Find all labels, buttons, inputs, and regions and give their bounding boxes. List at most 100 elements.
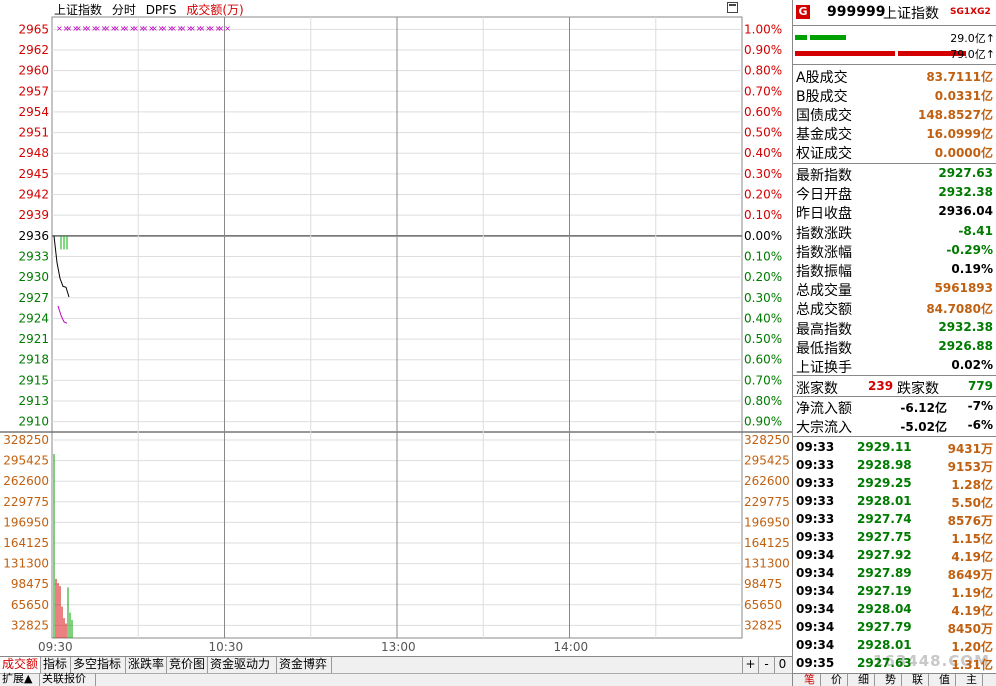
tick-time: 09:33	[796, 494, 835, 508]
tick-row: 09:34 2927.79 8450万	[793, 618, 996, 636]
tick-row: 09:33 2927.74 8576万	[793, 510, 996, 528]
advance-decline-row: 涨家数 239 跌家数 779	[793, 377, 996, 397]
price-tick-label: 2927	[18, 291, 49, 305]
price-tick-label: 2933	[18, 249, 49, 263]
side-tab-7[interactable]: 主	[961, 674, 983, 686]
price-tick-label: 2962	[18, 43, 49, 57]
tick-price: 2928.98	[857, 458, 912, 472]
tick-row: 09:34 2927.89 8649万	[793, 564, 996, 582]
divider	[793, 64, 996, 65]
price-tick-label: 2957	[18, 84, 49, 98]
row-label: 总成交量	[796, 283, 852, 300]
tab-4[interactable]: 涨跌率	[126, 657, 167, 673]
row-value: 0.19%	[951, 262, 993, 276]
row-label: 净流入额	[796, 401, 852, 417]
bottom-tab-1[interactable]: 扩展▲	[0, 673, 40, 686]
pct-tick-label: 0.10%	[744, 208, 782, 222]
volume-tick-label-right: 131300	[744, 557, 790, 571]
time-tick-label: 13:00	[381, 640, 416, 654]
pct-tick-label: 0.70%	[744, 84, 782, 98]
chart-indicator-label: DPFS	[145, 3, 177, 17]
row-value: -5.02亿	[900, 420, 947, 434]
down-label: 跌家数	[897, 381, 939, 397]
pct-tick-label: 0.40%	[744, 311, 782, 325]
tab-7[interactable]: 资金博弈	[277, 657, 332, 673]
row-label: 基金成交	[796, 127, 852, 143]
index-row: 最高指数 2932.38	[793, 318, 996, 338]
tab-6[interactable]: 资金驱动力	[208, 657, 277, 673]
side-tab-2[interactable]: 价	[826, 674, 848, 686]
tick-price: 2929.25	[857, 476, 912, 490]
tick-time: 09:34	[796, 620, 835, 634]
index-row: 总成交额 84.7080亿	[793, 298, 996, 318]
pct-tick-label: 0.10%	[744, 249, 782, 263]
side-tab-3[interactable]: 细	[853, 674, 875, 686]
maximize-icon[interactable]	[727, 2, 738, 13]
tick-row: 09:33 2929.25 1.28亿	[793, 474, 996, 492]
row-value: 2932.38	[938, 185, 993, 200]
row-label: 权证成交	[796, 146, 852, 162]
tick-volume: 4.19亿	[951, 604, 993, 618]
tick-time: 09:34	[796, 602, 835, 616]
volume-row: 基金成交 16.0999亿	[793, 123, 996, 143]
tick-volume: 4.19亿	[951, 550, 993, 564]
pct-tick-label: 1.00%	[744, 22, 782, 36]
price-tick-label: 2924	[18, 311, 49, 325]
tick-row: 09:34 2928.04 4.19亿	[793, 600, 996, 618]
side-tab-1[interactable]: 笔	[799, 674, 821, 686]
volume-tick-label-right: 328250	[744, 433, 790, 447]
tick-volume: 1.19亿	[951, 586, 993, 600]
side-tab-5[interactable]: 联	[907, 674, 929, 686]
tick-row: 09:34 2928.01 1.20亿	[793, 636, 996, 654]
row-label: 最低指数	[796, 340, 852, 357]
pct-tick-label: 0.60%	[744, 353, 782, 367]
row-label: 大宗流入	[796, 420, 852, 436]
pct-tick-label: 0.90%	[744, 415, 782, 429]
tab-control-3[interactable]: 0	[774, 657, 790, 673]
row-label: 上证换手	[796, 360, 852, 376]
tab-3[interactable]: 多空指标	[71, 657, 126, 673]
g-badge-icon[interactable]: G	[796, 5, 810, 19]
pct-tick-label: 0.20%	[744, 270, 782, 284]
volume-tick-label-right: 262600	[744, 474, 790, 488]
pct-tick-label: 0.30%	[744, 291, 782, 305]
side-tab-6[interactable]: 值	[934, 674, 956, 686]
volume-tick-label-right: 229775	[744, 495, 790, 509]
tab-5[interactable]: 竞价图	[167, 657, 208, 673]
volume-tick-label: 262600	[3, 474, 49, 488]
side-tab-4[interactable]: 势	[880, 674, 902, 686]
tick-price: 2927.19	[857, 584, 912, 598]
index-code: 999999	[827, 4, 886, 20]
index-row: 指数涨跌 -8.41	[793, 222, 996, 242]
pct-tick-label: 0.70%	[744, 373, 782, 387]
price-tick-label: 2930	[18, 270, 49, 284]
dpfs-mark: ××	[218, 24, 231, 33]
volume-tick-label-right: 295425	[744, 454, 790, 468]
tab-1[interactable]: 成交额	[0, 657, 41, 673]
intraday-chart[interactable]: 2965 1.00% 2962 0.90% 2960 0.80% 2957 0.70% 2954…	[0, 0, 792, 656]
tick-volume: 9431万	[947, 442, 993, 456]
pct-tick-label: 0.20%	[744, 188, 782, 202]
volume-tick-label: 295425	[3, 454, 49, 468]
chart-canvas[interactable]: 2965 1.00% 2962 0.90% 2960 0.80% 2957 0.70% 2954…	[0, 0, 792, 656]
tick-price: 2927.75	[857, 530, 912, 544]
tick-time: 09:33	[796, 440, 835, 454]
tick-row: 09:34 2927.19 1.19亿	[793, 582, 996, 600]
tab-control-1[interactable]: +	[742, 657, 758, 673]
price-tick-label: 2918	[18, 353, 49, 367]
volume-tick-label: 131300	[3, 557, 49, 571]
flow-row: 大宗流入 -5.02亿 -6%	[793, 416, 996, 436]
volume-row: A股成交 83.7111亿	[793, 66, 996, 86]
index-row: 指数涨幅 -0.29%	[793, 241, 996, 261]
flow-row: 净流入额 -6.12亿 -7%	[793, 397, 996, 417]
row-value: -6.12亿	[900, 401, 947, 415]
volume-tick-label: 32825	[11, 618, 49, 632]
tick-price: 2928.01	[857, 494, 912, 508]
tab-2[interactable]: 指标	[41, 657, 71, 673]
row-label: B股成交	[796, 89, 848, 105]
bottom-tab-2[interactable]: 关联报价	[40, 673, 96, 686]
row-value: 2927.63	[938, 166, 993, 180]
pct-tick-label: 0.80%	[744, 394, 782, 408]
tab-control-2[interactable]: -	[758, 657, 774, 673]
row-value: 83.7111亿	[926, 70, 993, 84]
